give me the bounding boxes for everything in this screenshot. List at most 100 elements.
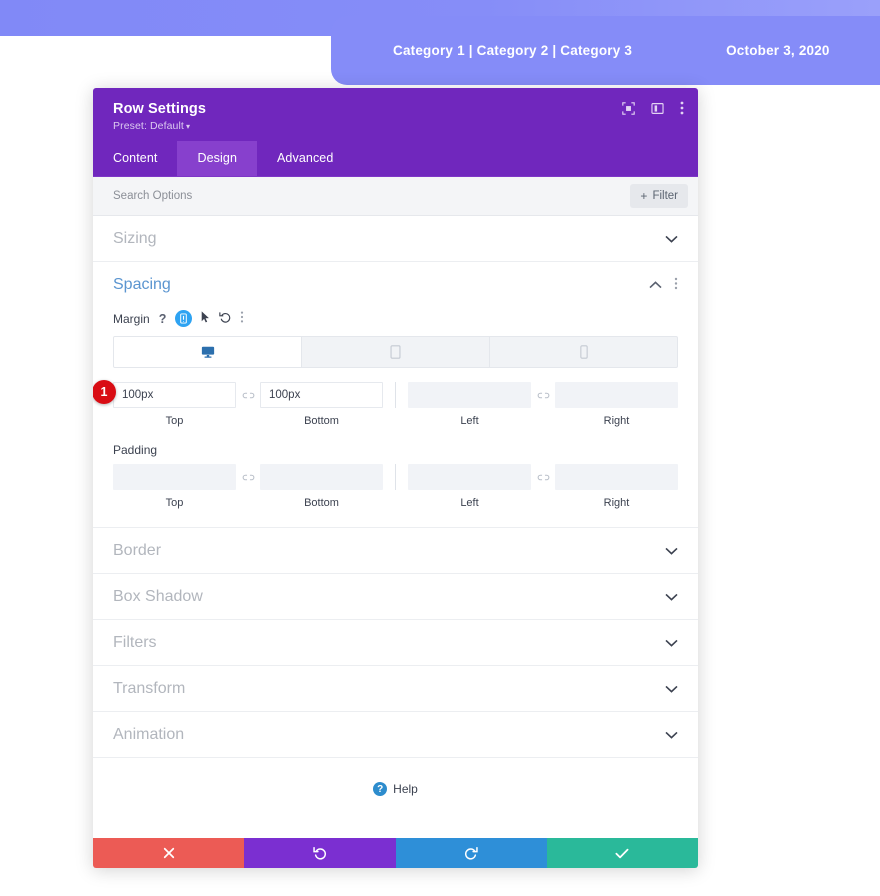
section-spacing: Spacing: [93, 262, 698, 528]
settings-body: Sizing Spacing: [93, 216, 698, 838]
filter-button[interactable]: + Filter: [630, 184, 688, 208]
step-marker-1: 1: [93, 380, 116, 404]
padding-label: Padding: [113, 443, 678, 457]
padding-left-field: Left: [408, 464, 531, 509]
padding-left-caption: Left: [460, 497, 478, 509]
modal-footer: [93, 838, 698, 868]
device-tab-phone[interactable]: [490, 337, 677, 367]
margin-options-icon[interactable]: [240, 311, 244, 326]
padding-top-caption: Top: [166, 497, 184, 509]
post-categories: Category 1 | Category 2 | Category 3: [393, 43, 632, 58]
section-border-header[interactable]: Border: [113, 528, 678, 573]
tab-advanced[interactable]: Advanced: [257, 141, 353, 176]
chevron-down-icon[interactable]: [665, 545, 678, 557]
section-animation: Animation: [93, 712, 698, 758]
section-box-shadow-title: Box Shadow: [113, 588, 203, 606]
margin-left-caption: Left: [460, 415, 478, 427]
save-button[interactable]: [547, 838, 698, 868]
section-transform-header[interactable]: Transform: [113, 666, 678, 711]
layout-panel-icon[interactable]: [651, 102, 664, 115]
more-options-icon[interactable]: [680, 101, 684, 115]
padding-block: Padding Top: [113, 443, 678, 509]
help-label: Help: [393, 782, 418, 796]
margin-group-divider: [395, 382, 396, 408]
margin-inputs: 1 Top: [113, 382, 678, 427]
padding-right-input[interactable]: [555, 464, 678, 490]
search-input[interactable]: [113, 190, 533, 202]
help-icon[interactable]: ?: [159, 312, 167, 326]
responsive-toggle-icon[interactable]: [175, 310, 192, 327]
section-animation-header[interactable]: Animation: [113, 712, 678, 757]
preset-selector[interactable]: Preset: Default▾: [113, 120, 682, 132]
preset-label: Preset: Default: [113, 120, 184, 132]
chevron-down-icon[interactable]: [665, 591, 678, 603]
section-transform-title: Transform: [113, 680, 185, 698]
section-options-icon[interactable]: [674, 277, 678, 293]
reset-icon[interactable]: [219, 311, 231, 326]
section-box-shadow: Box Shadow: [93, 574, 698, 620]
link-margin-horizontal-icon[interactable]: [531, 382, 555, 408]
section-sizing: Sizing: [93, 216, 698, 262]
margin-top-field: Top: [113, 382, 236, 427]
margin-bottom-caption: Bottom: [304, 415, 339, 427]
section-filters: Filters: [93, 620, 698, 666]
redo-button[interactable]: [396, 838, 547, 868]
chevron-down-icon[interactable]: [665, 637, 678, 649]
margin-top-input[interactable]: [113, 382, 236, 408]
section-sizing-header[interactable]: Sizing: [113, 216, 678, 261]
padding-bottom-field: Bottom: [260, 464, 383, 509]
modal-tabs: Content Design Advanced: [93, 141, 698, 177]
focus-target-icon[interactable]: [622, 102, 635, 115]
device-tab-strip: [113, 336, 678, 368]
tab-content[interactable]: Content: [93, 141, 177, 176]
margin-vertical-group: Top Bottom: [113, 382, 383, 427]
margin-bottom-input[interactable]: [260, 382, 383, 408]
row-settings-modal: Row Settings Preset: Default▾: [93, 88, 698, 868]
padding-vertical-group: Top Bottom: [113, 464, 383, 509]
padding-horizontal-group: Left Right: [408, 464, 678, 509]
padding-top-input[interactable]: [113, 464, 236, 490]
section-box-shadow-header[interactable]: Box Shadow: [113, 574, 678, 619]
link-margin-vertical-icon[interactable]: [236, 382, 260, 408]
section-transform: Transform: [93, 666, 698, 712]
section-border-title: Border: [113, 542, 161, 560]
margin-right-input[interactable]: [555, 382, 678, 408]
modal-header: Row Settings Preset: Default▾: [93, 88, 698, 141]
padding-left-input[interactable]: [408, 464, 531, 490]
spacing-body: Margin ?: [113, 307, 678, 527]
margin-top-caption: Top: [166, 415, 184, 427]
margin-label-row: Margin ?: [113, 310, 678, 327]
margin-left-field: Left: [408, 382, 531, 427]
link-padding-vertical-icon[interactable]: [236, 464, 260, 490]
margin-label: Margin: [113, 312, 150, 326]
chevron-down-icon[interactable]: [665, 683, 678, 695]
section-sizing-title: Sizing: [113, 230, 157, 248]
section-filters-header[interactable]: Filters: [113, 620, 678, 665]
device-tab-desktop[interactable]: [114, 337, 302, 367]
chevron-down-icon[interactable]: [665, 729, 678, 741]
modal-title: Row Settings: [113, 101, 682, 117]
padding-group-divider: [395, 464, 396, 490]
link-padding-horizontal-icon[interactable]: [531, 464, 555, 490]
section-spacing-header[interactable]: Spacing: [113, 262, 678, 307]
margin-right-caption: Right: [604, 415, 630, 427]
screen-root: Category 1 | Category 2 | Category 3 Oct…: [0, 0, 880, 896]
padding-bottom-input[interactable]: [260, 464, 383, 490]
padding-right-caption: Right: [604, 497, 630, 509]
section-animation-title: Animation: [113, 726, 184, 744]
tab-design[interactable]: Design: [177, 141, 257, 176]
cancel-button[interactable]: [93, 838, 244, 868]
chevron-up-icon[interactable]: [649, 279, 662, 291]
padding-right-field: Right: [555, 464, 678, 509]
device-tab-tablet[interactable]: [302, 337, 490, 367]
modal-header-icons: [622, 101, 684, 115]
undo-button[interactable]: [244, 838, 395, 868]
padding-bottom-caption: Bottom: [304, 497, 339, 509]
section-spacing-title: Spacing: [113, 276, 171, 294]
plus-icon: +: [640, 189, 647, 203]
margin-right-field: Right: [555, 382, 678, 427]
chevron-down-icon[interactable]: [665, 233, 678, 245]
hover-state-icon[interactable]: [201, 311, 210, 326]
margin-left-input[interactable]: [408, 382, 531, 408]
help-link[interactable]: ? Help: [93, 758, 698, 796]
